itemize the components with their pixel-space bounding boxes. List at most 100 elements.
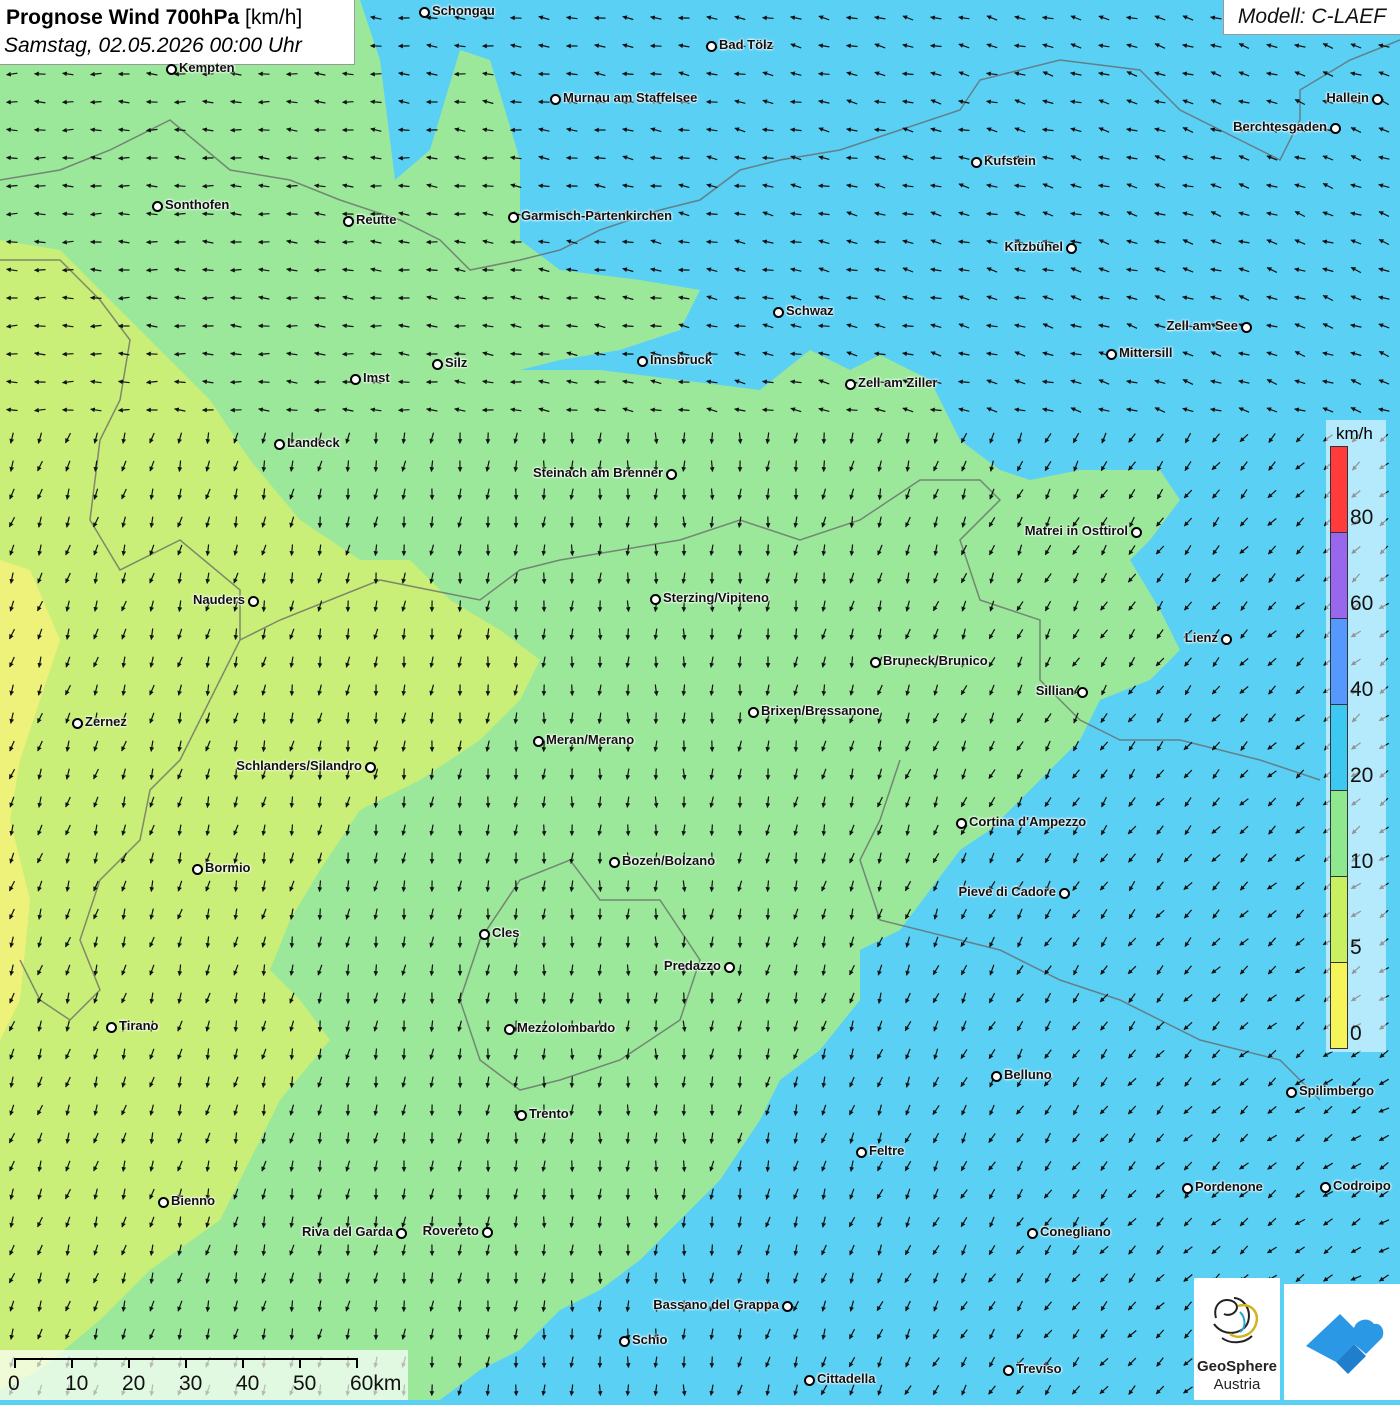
- wind-arrow: [343, 354, 354, 355]
- wind-arrow: [264, 1105, 265, 1116]
- scale-tick: [185, 1358, 187, 1368]
- wind-arrow: [656, 769, 657, 780]
- wind-arrow: [320, 1161, 321, 1172]
- city-marker-icon: [724, 962, 735, 973]
- legend-color-segment: [1330, 876, 1348, 963]
- city-marker-icon: [870, 657, 881, 668]
- wind-arrow: [824, 461, 825, 472]
- wind-arrow: [651, 74, 662, 75]
- wind-arrow: [712, 825, 713, 836]
- wind-arrow: [796, 741, 797, 752]
- city-label: Steinach am Brenner: [533, 465, 663, 480]
- wind-arrow: [847, 158, 858, 159]
- wind-arrow: [572, 1161, 573, 1172]
- wind-arrow: [656, 657, 657, 668]
- city-marker-icon: [1182, 1183, 1193, 1194]
- wind-arrow: [516, 993, 517, 1004]
- legend-label: 20: [1350, 764, 1373, 788]
- wind-arrow: [35, 186, 46, 187]
- wind-arrow: [684, 1357, 685, 1368]
- wind-arrow: [768, 1021, 769, 1032]
- wind-arrow: [544, 489, 545, 500]
- wind-arrow: [376, 461, 377, 472]
- wind-arrow: [679, 130, 690, 131]
- wind-arrow: [628, 825, 629, 836]
- city-label: Cles: [492, 925, 519, 940]
- city-marker-icon: [971, 157, 982, 168]
- city-label: Conegliano: [1040, 1224, 1111, 1239]
- legend-color-segment: [1330, 446, 1348, 533]
- wind-arrow: [679, 158, 690, 159]
- wind-arrow: [600, 1273, 601, 1284]
- wind-arrow: [460, 853, 461, 864]
- wind-arrow: [656, 825, 657, 836]
- city-marker-icon: [991, 1071, 1002, 1082]
- city-marker-icon: [956, 818, 967, 829]
- wind-arrow: [7, 242, 18, 243]
- wind-arrow: [628, 881, 629, 892]
- wind-arrow: [544, 993, 545, 1004]
- wind-arrow: [292, 937, 293, 948]
- wind-arrow: [259, 382, 270, 383]
- wind-arrow: [231, 130, 242, 131]
- geosphere-logo: GeoSphere Austria: [1194, 1278, 1280, 1400]
- city-marker-icon: [856, 1147, 867, 1158]
- wind-arrow: [315, 410, 326, 411]
- scale-label: 30: [179, 1372, 202, 1396]
- city-marker-icon: [1221, 634, 1232, 645]
- city-marker-icon: [1286, 1087, 1297, 1098]
- city-marker-icon: [1106, 349, 1117, 360]
- wind-arrow: [91, 354, 102, 355]
- wind-arrow: [544, 1329, 545, 1340]
- city-marker-icon: [1131, 527, 1142, 538]
- legend-label: 60: [1350, 592, 1373, 616]
- scale-label: 20: [122, 1372, 145, 1396]
- city-marker-icon: [106, 1022, 117, 1033]
- scale-label: 40: [236, 1372, 259, 1396]
- wind-arrow: [516, 629, 517, 640]
- city-label: Bienno: [171, 1193, 215, 1208]
- legend-color-segment: [1330, 790, 1348, 877]
- legend-label: 80: [1350, 506, 1373, 530]
- wind-arrow: [600, 517, 601, 528]
- wind-arrow: [264, 601, 265, 612]
- city-label: Schongau: [432, 3, 495, 18]
- wind-arrow: [231, 382, 242, 383]
- wind-arrow: [147, 242, 158, 243]
- city-marker-icon: [72, 718, 83, 729]
- app-logo[interactable]: [1284, 1284, 1400, 1400]
- city-label: Codroipo: [1333, 1178, 1391, 1193]
- wind-arrow: [572, 909, 573, 920]
- city-label: Zell am Ziller: [858, 375, 937, 390]
- wind-arrow: [516, 741, 517, 752]
- wind-arrow: [735, 74, 746, 75]
- city-label: Matrei in Osttirol: [1025, 523, 1128, 538]
- city-label: Tirano: [119, 1018, 159, 1033]
- city-marker-icon: [650, 594, 661, 605]
- scale-tick: [71, 1358, 73, 1368]
- city-label: Treviso: [1016, 1361, 1062, 1376]
- city-marker-icon: [619, 1336, 630, 1347]
- wind-arrow: [628, 629, 629, 640]
- wind-arrow: [63, 354, 74, 355]
- wind-arrow: [740, 713, 741, 724]
- wind-arrow: [460, 1105, 461, 1116]
- city-label: Berchtesgaden: [1233, 119, 1327, 134]
- city-marker-icon: [550, 94, 561, 105]
- city-label: Cittadella: [817, 1371, 876, 1386]
- city-marker-icon: [1003, 1365, 1014, 1376]
- city-marker-icon: [782, 1301, 793, 1312]
- wind-arrow: [656, 965, 657, 976]
- city-marker-icon: [706, 41, 717, 52]
- wind-arrow: [796, 461, 797, 472]
- wind-arrow: [712, 1217, 713, 1228]
- wind-arrow: [679, 410, 690, 411]
- wind-arrow: [600, 993, 601, 1004]
- wind-arrow: [516, 1385, 517, 1396]
- wind-arrow: [320, 909, 321, 920]
- city-marker-icon: [479, 929, 490, 940]
- city-label: Brixen/Bressanone: [761, 703, 880, 718]
- wind-arrow: [768, 545, 769, 556]
- wind-arrow: [572, 1077, 573, 1088]
- city-label: Predazzo: [664, 958, 721, 973]
